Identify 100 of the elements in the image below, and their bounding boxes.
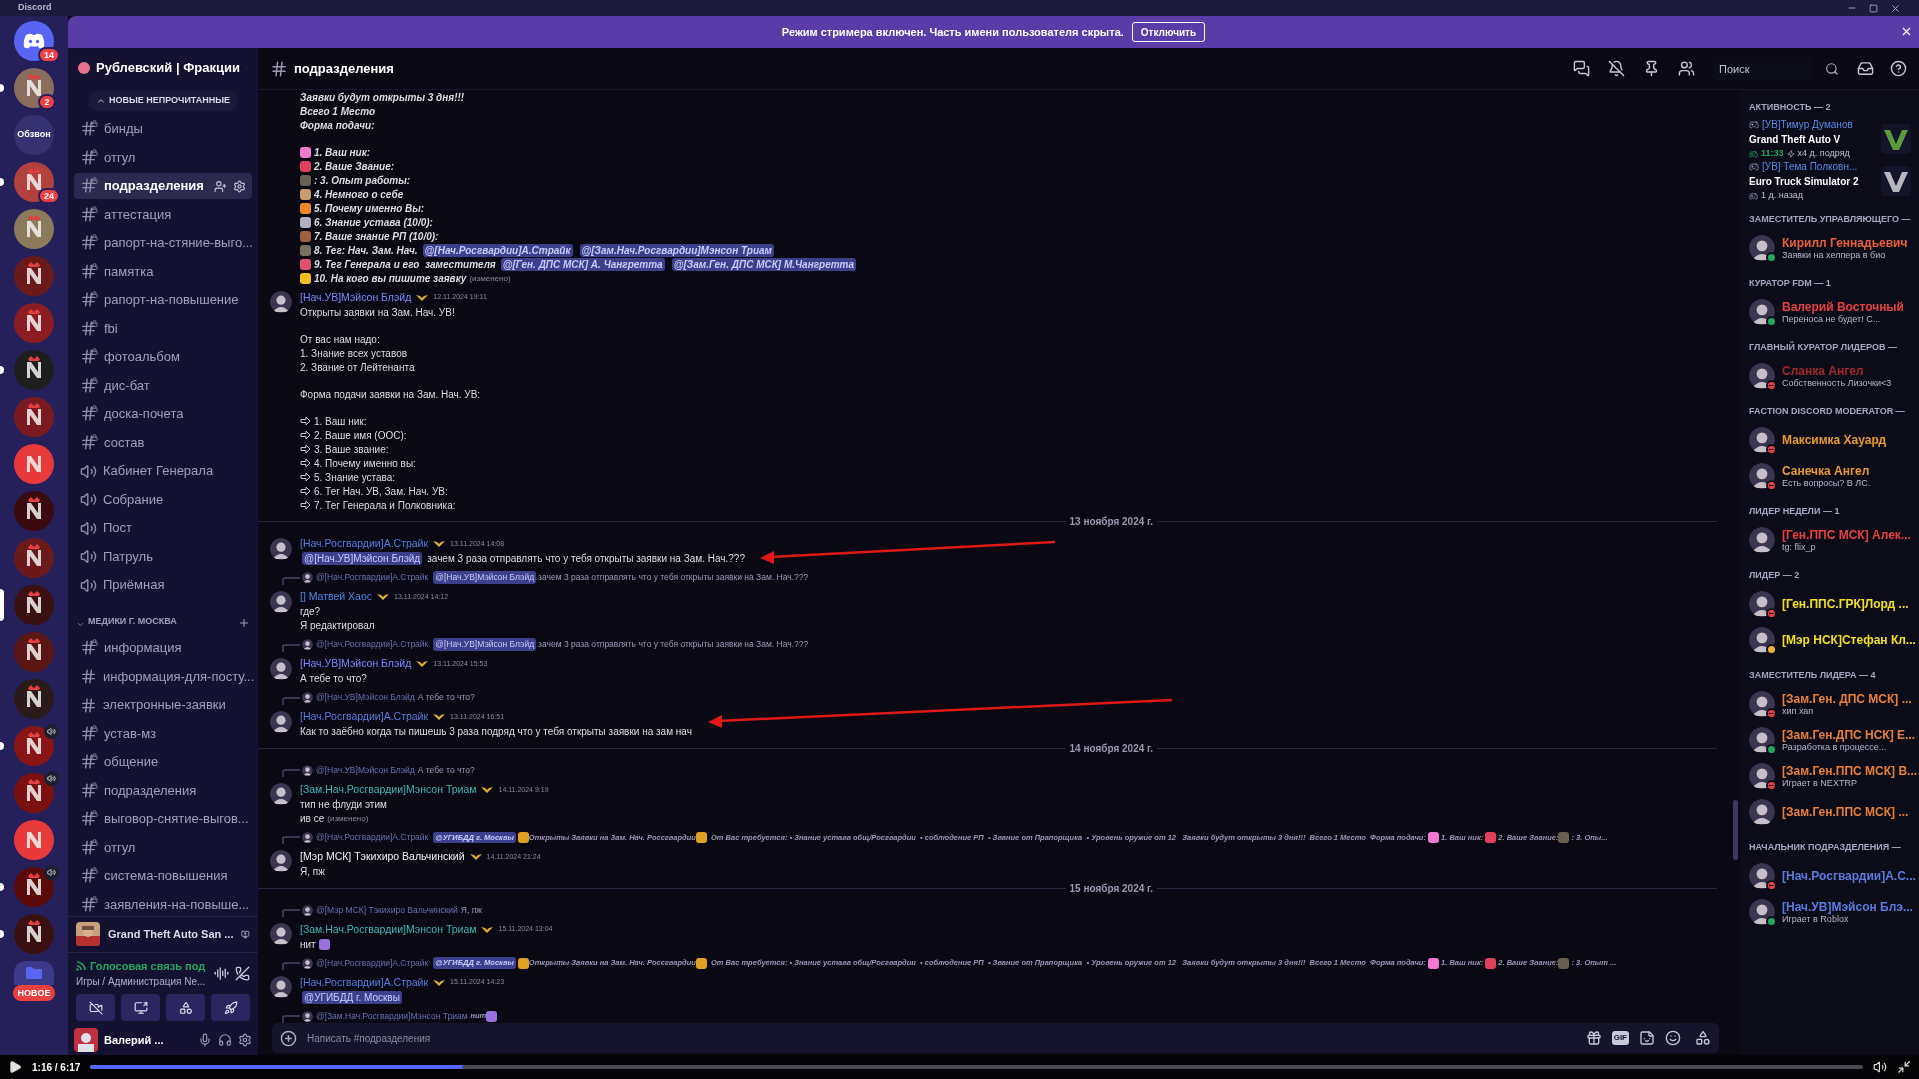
server-icon[interactable] [14, 585, 54, 625]
user-avatar[interactable] [270, 657, 292, 680]
server-folder[interactable] [14, 961, 54, 985]
channel-item[interactable]: подразделения [74, 777, 252, 804]
screen-share-button[interactable] [121, 994, 160, 1021]
channel-item[interactable]: отгул [74, 834, 252, 861]
channel-item[interactable]: Приёмная [74, 572, 252, 598]
user-avatar[interactable] [302, 957, 313, 969]
mention[interactable]: @[Нач.УВ]Мэйсон Блэйд [433, 638, 537, 652]
mention[interactable]: @УГИБДД г. Москвы [302, 990, 402, 1004]
channel-item[interactable]: fbi [74, 315, 252, 342]
help-icon[interactable] [1890, 60, 1907, 77]
volume-icon[interactable] [1873, 1060, 1887, 1074]
author-name[interactable]: [Нач.УВ]Мэйсон Блэйд [300, 289, 412, 306]
mention[interactable]: @[Зам.Нач.Росгвардии]Мэнсон Триам [579, 243, 775, 257]
add-attachment-icon[interactable] [280, 1029, 297, 1047]
server-header[interactable]: Рублевский | Фракции [68, 48, 258, 88]
add-channel-icon[interactable] [238, 616, 250, 629]
gift-icon[interactable] [1585, 1030, 1602, 1046]
reply-author[interactable]: @[Нач.Росгвардии]А.Страйк [316, 956, 429, 970]
user-avatar[interactable] [1749, 691, 1775, 717]
author-name[interactable]: [Нач.Росгвардии]А.Страйк [300, 709, 429, 726]
user-avatar[interactable] [1749, 363, 1775, 389]
user-avatar[interactable] [74, 1028, 98, 1052]
user-avatar[interactable] [1749, 299, 1775, 325]
author-name[interactable]: [Нач.УВ]Мэйсон Блэйд [300, 656, 412, 673]
user-avatar[interactable] [270, 923, 292, 945]
user-avatar[interactable] [270, 537, 292, 560]
channel-item[interactable]: электронные-заявки [74, 692, 252, 718]
progress-track[interactable] [90, 1065, 1863, 1069]
channel-item[interactable]: доска-почета [74, 401, 252, 427]
author-name[interactable]: [Нач.Росгвардии]А.Страйк [300, 536, 429, 553]
settings-icon[interactable] [233, 179, 246, 193]
author-name[interactable]: [Зам.Нач.Росгвардии]Мэнсон Триам [300, 781, 477, 798]
mention[interactable]: @[Нач.УВ]Мэйсон Блэйд [302, 552, 423, 566]
user-avatar[interactable] [302, 572, 313, 584]
server-icon[interactable] [14, 632, 54, 672]
home-button[interactable] [14, 21, 54, 61]
member-item[interactable]: [Ген.ППС.ГРК]Лорд ... [1749, 586, 1911, 622]
server-button[interactable]: Обзвон [14, 115, 54, 155]
user-avatar[interactable] [302, 764, 313, 776]
channel-item[interactable]: подразделения [74, 173, 252, 199]
author-name[interactable]: [Нач.Росгвардии]А.Страйк [300, 974, 429, 991]
disconnect-icon[interactable] [235, 965, 250, 981]
reply-author[interactable]: @[Нач.Росгвардии]А.Страйк [316, 638, 429, 652]
mention[interactable]: @[Нач.УВ]Мэйсон Блэйд [433, 571, 537, 585]
channel-item[interactable]: информация [74, 635, 252, 661]
user-name[interactable]: Валерий ... [104, 1031, 192, 1049]
member-item[interactable]: [Нач.УВ]Мэйсон Блэ... Играет в Roblox [1749, 894, 1911, 930]
user-avatar[interactable] [302, 1010, 313, 1022]
mention[interactable]: @[Нач.Росгвардии]А.Страйк [422, 243, 573, 257]
user-avatar[interactable] [1749, 627, 1775, 653]
channel-item[interactable]: рапорт-на-стяние-выго... [74, 230, 252, 256]
channel-item[interactable]: памятка [74, 258, 252, 285]
member-item[interactable]: Санечка Ангел Есть вопросы? В ЛС. [1749, 458, 1911, 494]
member-item[interactable]: [Ген.ППС МСК] Алек... tg: flix_p [1749, 522, 1911, 558]
user-avatar[interactable] [302, 692, 313, 704]
user-avatar[interactable] [270, 850, 292, 873]
channel-item[interactable]: устав-мз [74, 720, 252, 747]
reply-author[interactable]: @[Нач.Росгвардии]А.Страйк [316, 571, 429, 585]
member-item[interactable]: [Зам.Ген. ДПС МСК] ... хип хап [1749, 686, 1911, 722]
channel-item[interactable]: Патруль [74, 543, 252, 570]
noise-suppression-icon[interactable] [214, 965, 229, 981]
sticker-icon[interactable] [1639, 1030, 1655, 1046]
close-icon[interactable] [1890, 2, 1901, 14]
server-icon[interactable] [14, 867, 54, 907]
headphones-icon[interactable] [218, 1033, 232, 1047]
gif-button[interactable]: GIF [1611, 1031, 1629, 1045]
invite-icon[interactable] [214, 179, 227, 193]
channel-item[interactable]: информация-для-посту... [74, 663, 252, 690]
new-unread-pill[interactable]: НОВЫЕ НЕПРОЧИТАННЫЕ [87, 91, 239, 111]
message-composer[interactable]: Написать #подразделения GIF [272, 1023, 1719, 1053]
channel-item[interactable]: заявления-на-повыше... [74, 891, 252, 916]
user-avatar[interactable] [302, 831, 313, 843]
user-avatar[interactable] [270, 710, 292, 733]
emoji-icon[interactable] [1665, 1030, 1681, 1046]
exit-fullscreen-icon[interactable] [1897, 1060, 1911, 1074]
apps-icon[interactable] [1695, 1030, 1711, 1046]
channel-item[interactable]: Кабинет Генерала [74, 458, 252, 484]
author-name[interactable]: [Зам.Нач.Росгвардии]Мэнсон Триам [300, 921, 477, 938]
message-input[interactable]: Написать #подразделения [307, 1029, 1576, 1047]
user-avatar[interactable] [1749, 591, 1775, 617]
server-icon[interactable] [14, 209, 54, 249]
channel-item[interactable]: система-повышения [74, 863, 252, 889]
channel-item[interactable]: аттестация [74, 201, 252, 228]
server-icon[interactable] [14, 773, 54, 813]
user-avatar[interactable] [1749, 863, 1775, 889]
inbox-icon[interactable] [1857, 60, 1874, 77]
soundboard-button[interactable] [211, 994, 250, 1021]
user-avatar[interactable] [1749, 463, 1775, 489]
user-avatar[interactable] [1749, 899, 1775, 925]
camera-off-button[interactable] [76, 994, 115, 1021]
channel-item[interactable]: фотоальбом [74, 344, 252, 370]
channel-item[interactable]: Пост [74, 515, 252, 541]
channel-item[interactable]: отгул [74, 144, 252, 171]
mute-icon[interactable] [1608, 60, 1625, 77]
microphone-icon[interactable] [198, 1033, 212, 1047]
member-item[interactable]: Валерий Восточный Переноса не будет! С... [1749, 294, 1911, 330]
channel-item[interactable]: Собрание [74, 486, 252, 513]
channel-item[interactable]: бинды [74, 116, 252, 142]
